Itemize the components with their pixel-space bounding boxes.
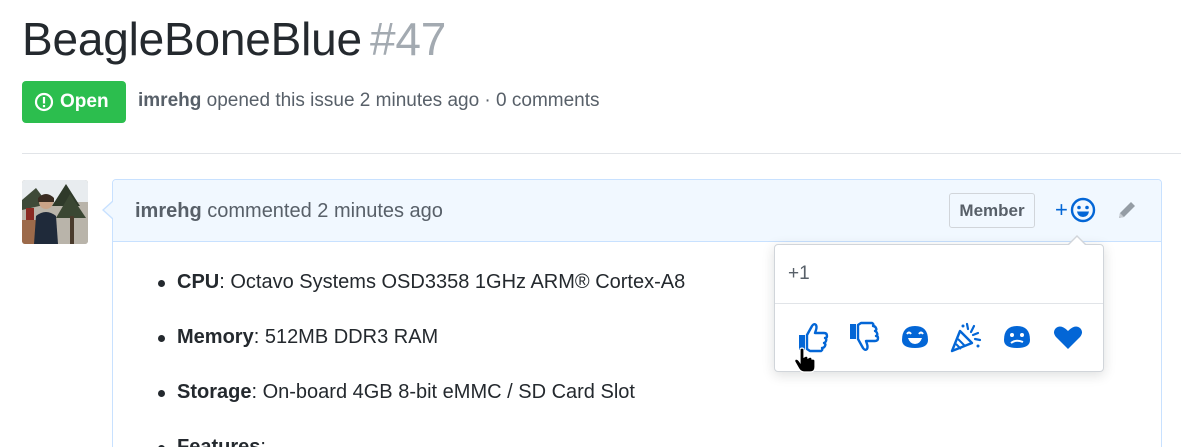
issue-author-link[interactable]: imrehg (138, 90, 201, 111)
comment-author-link[interactable]: imrehg (135, 200, 202, 222)
confused-icon (1003, 326, 1030, 348)
comment-meta: imrehg commented 2 minutes ago (135, 200, 443, 223)
spec-label: Memory (177, 326, 254, 348)
popover-caret-fill (1068, 237, 1086, 246)
spec-value: : Octavo Systems OSD3358 1GHz ARM® Corte… (219, 271, 686, 293)
issue-state-label: Open (60, 91, 109, 112)
issue-title: BeagleBoneBlue #47 (22, 12, 446, 66)
reaction-heart-button[interactable] (1042, 317, 1093, 357)
spec-label: Features (177, 436, 261, 447)
issue-title-text: BeagleBoneBlue (22, 13, 362, 65)
member-badge: Member (949, 193, 1035, 228)
reaction-hooray-button[interactable] (940, 317, 991, 357)
issue-opened-icon (34, 92, 54, 112)
reaction-confused-button[interactable] (991, 317, 1042, 357)
spec-value: : On-board 4GB 8-bit eMMC / SD Card Slot (251, 381, 635, 403)
laugh-icon (901, 326, 928, 348)
avatar[interactable] (22, 180, 88, 244)
edit-comment-button[interactable] (1115, 198, 1139, 227)
list-item: Features: (157, 435, 1161, 447)
reaction-laugh-button[interactable] (889, 317, 940, 357)
issue-meta-text: opened this issue 2 minutes ago · 0 comm… (201, 90, 600, 111)
issue-number: #47 (369, 13, 447, 65)
spec-value: : (260, 436, 266, 447)
smiley-icon (1070, 197, 1096, 223)
spec-label: Storage (177, 381, 252, 403)
header-divider (22, 153, 1181, 154)
reaction-hover-label: +1 (788, 263, 810, 284)
comment-meta-text: commented 2 minutes ago (201, 200, 443, 222)
issue-state-badge: Open (22, 81, 126, 123)
hand-cursor-icon (794, 347, 816, 378)
heart-icon (1053, 326, 1082, 349)
list-item: Storage: On-board 4GB 8-bit eMMC / SD Ca… (157, 380, 1161, 405)
pencil-icon (1119, 202, 1135, 218)
spec-label: CPU (177, 271, 220, 293)
reaction-popover: +1 (774, 235, 1104, 372)
spec-value: : 512MB DDR3 RAM (253, 326, 439, 348)
reaction-thumbs-down-button[interactable] (838, 317, 889, 357)
issue-meta: imrehg opened this issue 2 minutes ago ·… (138, 90, 600, 112)
comment-header: imrehg commented 2 minutes ago Member + (113, 180, 1161, 242)
thumbs-down-icon (849, 321, 879, 351)
add-reaction-plus: + (1055, 197, 1068, 222)
add-reaction-button[interactable]: + (1055, 196, 1096, 224)
popover-divider (775, 303, 1103, 304)
reaction-list (787, 317, 1093, 357)
hooray-icon (950, 322, 981, 353)
